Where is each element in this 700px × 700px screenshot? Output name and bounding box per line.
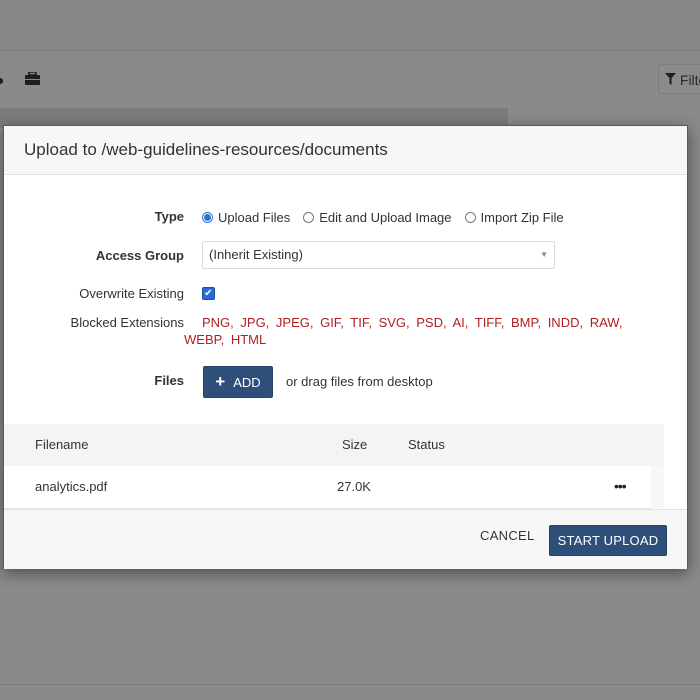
upload-modal: Upload to /web-guidelines-resources/docu… xyxy=(3,125,688,569)
radio-label: Import Zip File xyxy=(480,210,564,225)
access-group-select[interactable]: (Inherit Existing) ▼ xyxy=(202,241,555,269)
table-row: analytics.pdf 27.0K ••• xyxy=(4,466,651,509)
tag-icon: ● xyxy=(0,72,5,88)
blocked-extensions-value: PNG, JPG, JPEG, GIF, TIF, SVG, PSD, AI, … xyxy=(184,315,623,347)
radio-edit-upload-image[interactable]: Edit and Upload Image xyxy=(303,210,452,225)
overwrite-checkbox[interactable]: ✔ xyxy=(202,287,215,300)
toolbox-icon xyxy=(25,71,40,88)
radio-label: Upload Files xyxy=(218,210,291,225)
more-options-icon[interactable]: ••• xyxy=(614,466,627,506)
table-header: Filename Size Status xyxy=(4,424,664,466)
background-divider xyxy=(0,684,700,685)
add-label: ADD xyxy=(233,374,261,390)
type-label: Type xyxy=(154,209,184,224)
radio-button[interactable] xyxy=(464,212,476,223)
access-group-label: Access Group xyxy=(95,248,184,263)
cell-size: 27.0K xyxy=(337,479,371,494)
radio-upload-files[interactable]: Upload Files xyxy=(202,210,290,225)
files-label: Files xyxy=(154,373,184,388)
cell-filename: analytics.pdf xyxy=(35,479,108,494)
chevron-down-icon: ▼ xyxy=(540,250,548,259)
filter-button: Filte xyxy=(658,64,700,94)
modal-footer: CANCEL START UPLOAD xyxy=(4,509,687,569)
overwrite-label: Overwrite Existing xyxy=(79,286,184,301)
start-upload-button[interactable]: START UPLOAD xyxy=(549,525,667,556)
drag-hint: or drag files from desktop xyxy=(286,374,433,389)
checkmark-icon: ✔ xyxy=(204,288,213,299)
column-status: Status xyxy=(408,437,445,452)
background-header xyxy=(0,0,700,51)
cancel-button[interactable]: CANCEL xyxy=(480,528,535,543)
modal-header: Upload to /web-guidelines-resources/docu… xyxy=(4,126,687,175)
add-files-button[interactable]: + ADD xyxy=(203,366,273,398)
filter-label: Filte xyxy=(679,72,700,88)
radio-import-zip[interactable]: Import Zip File xyxy=(464,210,564,225)
column-size: Size xyxy=(342,437,368,452)
background-toolbar xyxy=(0,51,700,108)
filter-icon xyxy=(665,72,680,88)
files-table: Filename Size Status analytics.pdf 27.0K… xyxy=(4,424,664,509)
blocked-extensions-label: Blocked Extensions xyxy=(70,315,184,330)
radio-button[interactable] xyxy=(303,212,315,223)
table-scroll-gutter xyxy=(651,466,664,508)
access-group-value: (Inherit Existing) xyxy=(209,247,303,262)
modal-title: Upload to /web-guidelines-resources/docu… xyxy=(24,140,388,159)
type-radio-group: Upload Files Edit and Upload Image Impor… xyxy=(202,210,577,225)
radio-button[interactable] xyxy=(202,212,213,223)
plus-icon: + xyxy=(215,372,226,391)
radio-label: Edit and Upload Image xyxy=(319,210,452,225)
column-filename: Filename xyxy=(35,437,89,452)
